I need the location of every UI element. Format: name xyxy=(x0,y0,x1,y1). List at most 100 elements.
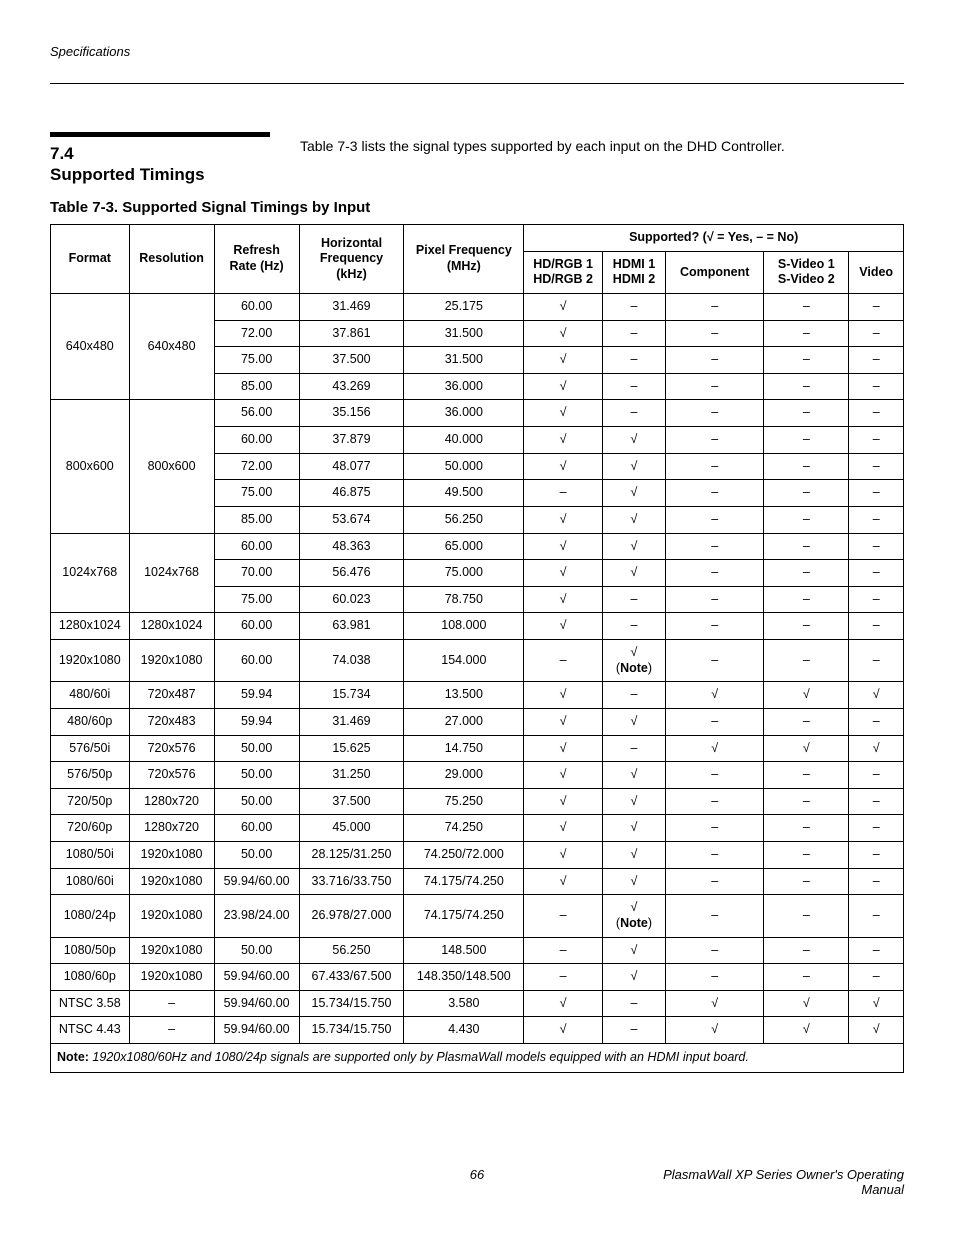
cell-video xyxy=(849,762,904,789)
cell-refresh: 75.00 xyxy=(214,586,299,613)
cell-resolution: 720x576 xyxy=(129,735,214,762)
no-mark xyxy=(873,405,880,419)
no-mark xyxy=(711,565,718,579)
cell-hfreq: 56.476 xyxy=(299,560,404,587)
table-row: 576/50p720x57650.0031.25029.000 xyxy=(51,762,904,789)
no-mark xyxy=(873,794,880,808)
cell-video xyxy=(849,373,904,400)
cell-resolution: 1920x1080 xyxy=(129,868,214,895)
cell-hdrgb xyxy=(524,506,603,533)
cell-component xyxy=(666,533,764,560)
cell-hdmi xyxy=(602,990,665,1017)
yes-mark xyxy=(560,687,567,701)
cell-refresh: 59.94/60.00 xyxy=(214,990,299,1017)
cell-hdmi xyxy=(602,682,665,709)
yes-mark xyxy=(803,741,810,755)
yes-mark xyxy=(560,432,567,446)
col-hdrgb: HD/RGB 1HD/RGB 2 xyxy=(524,251,603,293)
cell-component xyxy=(666,1017,764,1044)
cell-video xyxy=(849,480,904,507)
cell-refresh: 50.00 xyxy=(214,762,299,789)
yes-mark xyxy=(560,996,567,1010)
table-row: NTSC 4.4359.94/60.0015.734/15.7504.430 xyxy=(51,1017,904,1044)
table-row: 480/60p720x48359.9431.46927.000 xyxy=(51,708,904,735)
no-mark xyxy=(803,592,810,606)
yes-mark xyxy=(560,714,567,728)
cell-hdmi xyxy=(602,453,665,480)
col-hfreq: Horizontal Frequency (kHz) xyxy=(299,225,404,294)
cell-pfreq: 3.580 xyxy=(404,990,524,1017)
yes-mark xyxy=(631,820,638,834)
cell-format: 1080/60p xyxy=(51,964,130,991)
cell-resolution xyxy=(129,990,214,1017)
yes-mark xyxy=(560,874,567,888)
cell-refresh: 59.94/60.00 xyxy=(214,868,299,895)
cell-refresh: 59.94 xyxy=(214,682,299,709)
cell-hdmi xyxy=(602,293,665,320)
cell-hfreq: 37.861 xyxy=(299,320,404,347)
cell-video xyxy=(849,937,904,964)
cell-hdmi xyxy=(602,427,665,454)
cell-component xyxy=(666,400,764,427)
no-mark xyxy=(873,820,880,834)
no-mark xyxy=(711,908,718,922)
cell-hdmi xyxy=(602,788,665,815)
running-head: Specifications xyxy=(50,44,904,59)
cell-component xyxy=(666,373,764,400)
no-mark xyxy=(631,352,638,366)
no-mark xyxy=(711,512,718,526)
no-mark xyxy=(631,299,638,313)
cell-pfreq: 74.175/74.250 xyxy=(404,895,524,937)
no-mark xyxy=(873,618,880,632)
no-mark xyxy=(711,326,718,340)
cell-pfreq: 78.750 xyxy=(404,586,524,613)
yes-mark xyxy=(873,1022,880,1036)
cell-refresh: 60.00 xyxy=(214,427,299,454)
cell-svideo xyxy=(764,427,849,454)
cell-pfreq: 25.175 xyxy=(404,293,524,320)
cell-component xyxy=(666,427,764,454)
no-mark xyxy=(803,299,810,313)
section-bar xyxy=(50,132,270,137)
cell-resolution: 1280x720 xyxy=(129,815,214,842)
no-mark xyxy=(168,996,175,1010)
cell-hdrgb xyxy=(524,937,603,964)
yes-mark xyxy=(560,352,567,366)
cell-pfreq: 13.500 xyxy=(404,682,524,709)
cell-video xyxy=(849,842,904,869)
cell-svideo xyxy=(764,815,849,842)
cell-pfreq: 31.500 xyxy=(404,347,524,374)
cell-component xyxy=(666,708,764,735)
cell-component xyxy=(666,320,764,347)
cell-svideo xyxy=(764,320,849,347)
cell-hdrgb xyxy=(524,788,603,815)
cell-refresh: 60.00 xyxy=(214,815,299,842)
cell-hfreq: 35.156 xyxy=(299,400,404,427)
yes-mark xyxy=(631,512,638,526)
cell-refresh: 50.00 xyxy=(214,735,299,762)
table-row: 800x600800x60056.0035.15636.000 xyxy=(51,400,904,427)
yes-mark xyxy=(631,874,638,888)
yes-mark xyxy=(560,405,567,419)
no-mark xyxy=(711,459,718,473)
cell-video xyxy=(849,640,904,682)
cell-component xyxy=(666,453,764,480)
header-rule xyxy=(50,83,904,84)
cell-format: 1280x1024 xyxy=(51,613,130,640)
cell-pfreq: 36.000 xyxy=(404,373,524,400)
no-mark xyxy=(803,352,810,366)
cell-svideo xyxy=(764,293,849,320)
cell-resolution: 1920x1080 xyxy=(129,964,214,991)
cell-component xyxy=(666,762,764,789)
yes-mark xyxy=(560,539,567,553)
cell-svideo xyxy=(764,735,849,762)
cell-pfreq: 108.000 xyxy=(404,613,524,640)
no-mark xyxy=(711,820,718,834)
yes-mark xyxy=(560,1022,567,1036)
no-mark xyxy=(803,714,810,728)
cell-hdrgb xyxy=(524,453,603,480)
cell-pfreq: 74.175/74.250 xyxy=(404,868,524,895)
no-mark xyxy=(711,379,718,393)
cell-pfreq: 148.350/148.500 xyxy=(404,964,524,991)
cell-video xyxy=(849,400,904,427)
